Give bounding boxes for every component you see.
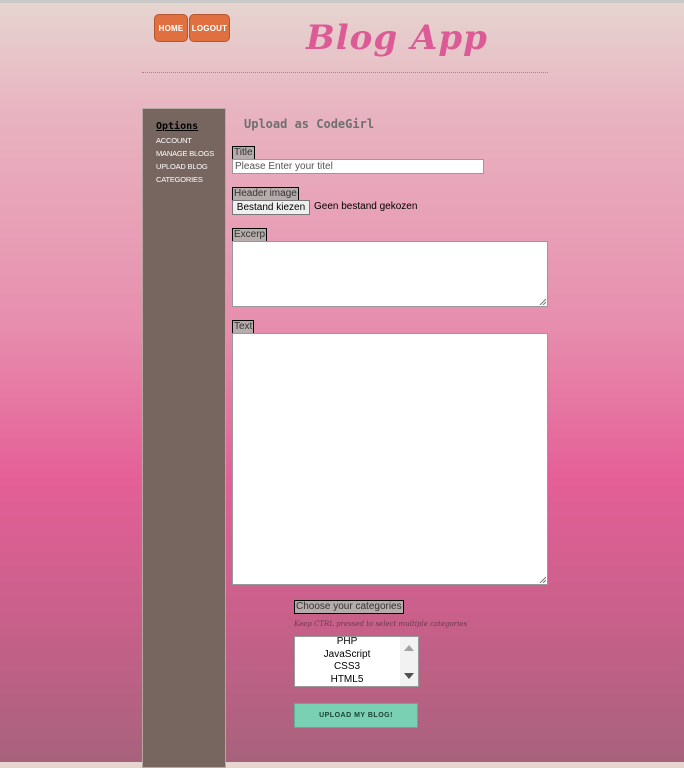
title-label: Title <box>232 146 255 160</box>
sidebar-item-upload-blog[interactable]: UPLOAD BLOG <box>156 162 208 171</box>
home-button[interactable]: HOME <box>154 14 188 42</box>
category-option-css3[interactable]: CSS3 <box>295 661 399 674</box>
sidebar-title: Options <box>156 121 199 132</box>
sidebar-item-categories[interactable]: CATEGORIES <box>156 175 203 184</box>
categories-hint: Keep CTRL pressed to select multiple cat… <box>294 620 468 628</box>
categories-select[interactable]: PHP JavaScript CSS3 HTML5 <box>294 636 419 687</box>
file-choose-button[interactable]: Bestand kiezen <box>232 200 310 215</box>
app-logo: Blog App <box>306 18 488 58</box>
file-status-text: Geen bestand gekozen <box>314 201 418 212</box>
text-label: Text <box>232 320 255 334</box>
top-border <box>0 0 684 3</box>
excerpt-label: Excerp <box>232 228 268 242</box>
scroll-down-arrow-icon[interactable] <box>404 673 414 679</box>
excerpt-textarea[interactable] <box>232 241 548 307</box>
categories-label: Choose your categories <box>294 600 404 614</box>
sidebar-item-manage-blogs[interactable]: MANAGE BLOGS <box>156 149 214 158</box>
resize-handle-icon[interactable] <box>539 576 546 583</box>
sidebar-item-account[interactable]: ACCOUNT <box>156 136 192 145</box>
text-textarea[interactable] <box>232 333 548 585</box>
upload-blog-button[interactable]: UPLOAD MY BLOG! <box>294 703 418 728</box>
resize-handle-icon[interactable] <box>539 298 546 305</box>
scroll-up-arrow-icon[interactable] <box>404 645 414 651</box>
category-option-javascript[interactable]: JavaScript <box>295 649 399 662</box>
title-input[interactable]: Please Enter your titel <box>232 159 484 174</box>
header-divider <box>142 72 548 73</box>
sidebar: Options ACCOUNT MANAGE BLOGS UPLOAD BLOG… <box>142 108 226 768</box>
category-option-html5[interactable]: HTML5 <box>295 674 399 687</box>
logout-button[interactable]: LOGOUT <box>189 14 230 42</box>
categories-scrollbar[interactable] <box>400 637 418 686</box>
header-image-label: Header image <box>232 187 299 201</box>
category-option-php[interactable]: PHP <box>295 637 399 649</box>
page-title: Upload as CodeGirl <box>244 117 375 131</box>
